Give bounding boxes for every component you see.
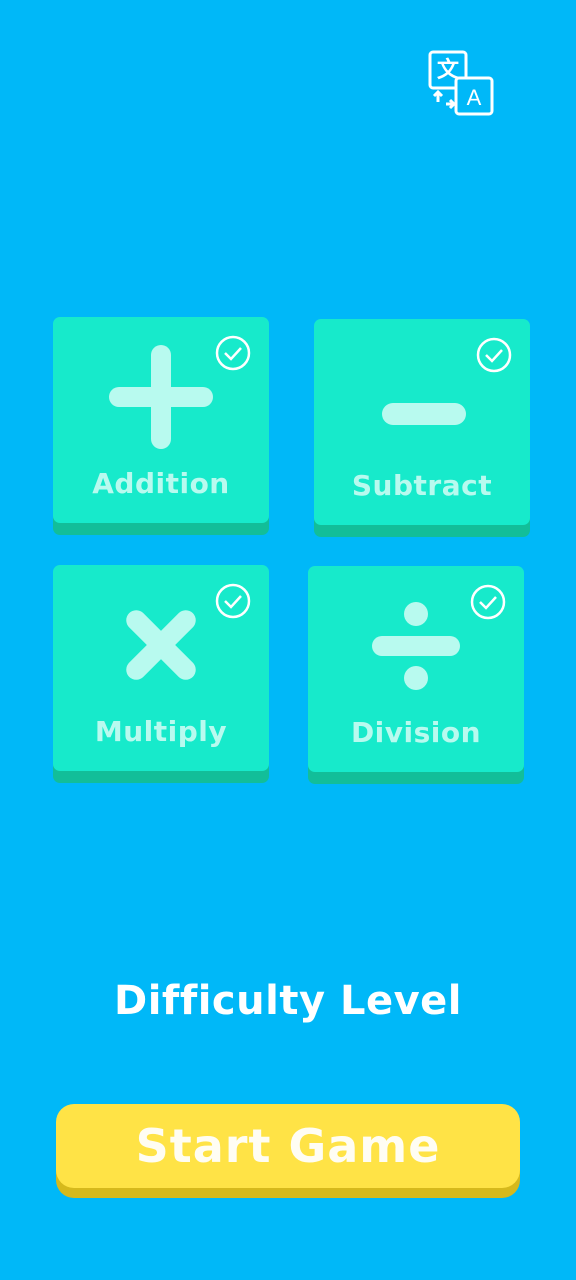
subtract-label: Subtract (351, 469, 493, 502)
division-label: Division (350, 716, 482, 749)
divide-icon (372, 602, 460, 690)
check-circle-icon[interactable] (215, 583, 251, 619)
check-circle-icon[interactable] (476, 337, 512, 373)
division-card[interactable]: Division (308, 566, 524, 772)
multiply-label: Multiply (94, 715, 228, 748)
difficulty-level-button[interactable]: Difficulty Level (0, 978, 576, 1024)
check-circle-icon[interactable] (215, 335, 251, 371)
subtract-card[interactable]: Subtract (314, 319, 530, 525)
plus-icon (109, 345, 213, 449)
translate-icon: 文 A (428, 50, 494, 116)
minus-icon (382, 403, 466, 425)
addition-label: Addition (92, 467, 230, 500)
addition-card[interactable]: Addition (53, 317, 269, 523)
language-button[interactable]: 文 A (426, 48, 496, 118)
svg-text:A: A (467, 85, 482, 110)
start-game-label: Start Game (135, 1119, 441, 1173)
times-icon (126, 610, 196, 680)
check-circle-icon[interactable] (470, 584, 506, 620)
multiply-card[interactable]: Multiply (53, 565, 269, 771)
start-game-button[interactable]: Start Game (56, 1104, 520, 1188)
svg-text:文: 文 (437, 57, 460, 83)
